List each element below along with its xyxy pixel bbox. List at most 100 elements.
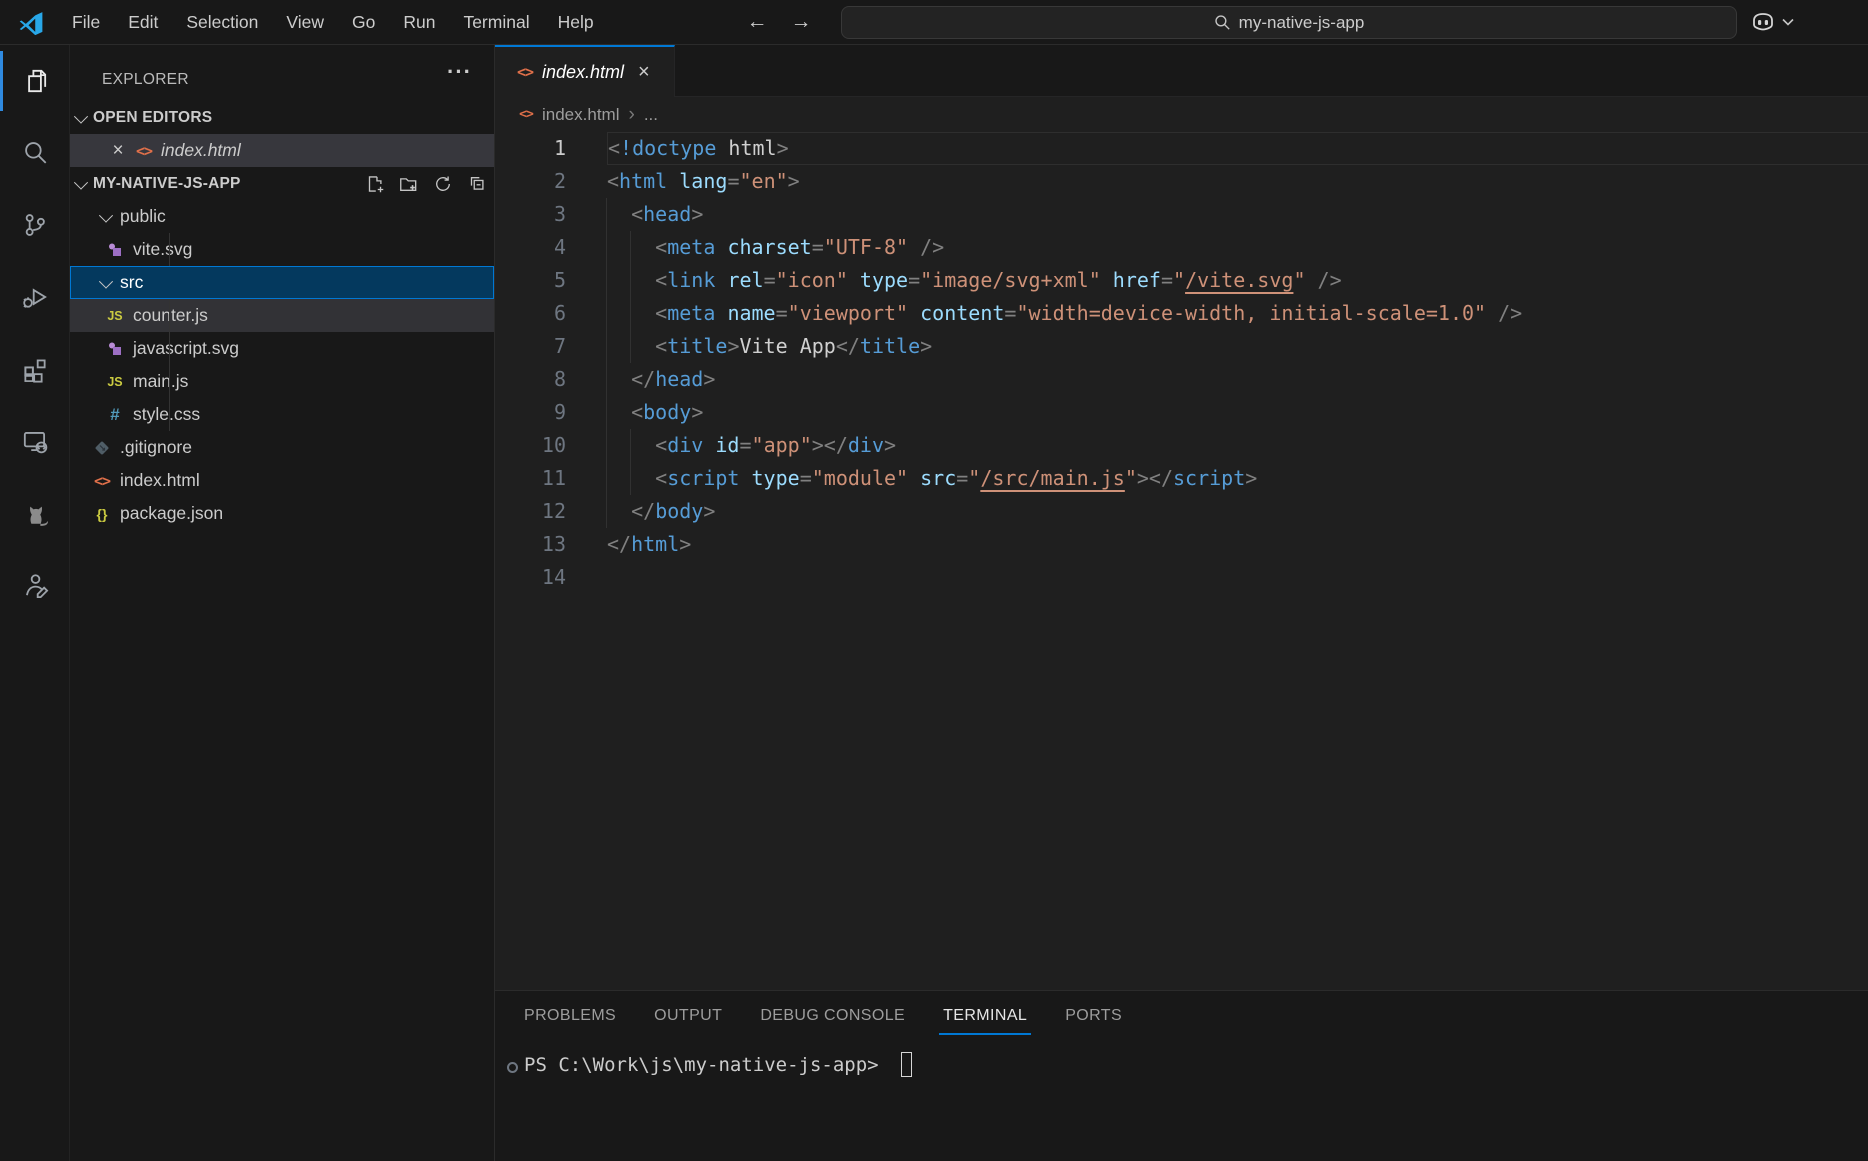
vscode-logo-icon xyxy=(17,9,44,36)
tree-item-label: vite.svg xyxy=(133,239,193,259)
menu-help[interactable]: Help xyxy=(544,0,608,44)
html-file-icon: <> xyxy=(519,107,534,122)
panel-tab-problems[interactable]: PROBLEMS xyxy=(505,991,635,1040)
search-query-text: my-native-js-app xyxy=(1238,12,1365,32)
open-editors-section-header[interactable]: OPEN EDITORS xyxy=(70,101,494,134)
tree-folder-src[interactable]: src xyxy=(70,266,494,299)
tree-item-label: .gitignore xyxy=(120,437,192,457)
tree-folder-public[interactable]: public xyxy=(70,200,494,233)
panel-tab-terminal[interactable]: TERMINAL xyxy=(924,991,1046,1040)
menu-selection[interactable]: Selection xyxy=(172,0,272,44)
html-file-icon: <> xyxy=(93,471,111,490)
menu-file[interactable]: File xyxy=(58,0,114,44)
open-editor-item[interactable]: × <> index.html xyxy=(70,134,494,167)
tree-file-gitignore[interactable]: .gitignore xyxy=(70,431,494,464)
search-icon[interactable] xyxy=(0,117,69,189)
project-section-header[interactable]: MY-NATIVE-JS-APP xyxy=(70,167,494,200)
forward-arrow-icon[interactable]: → xyxy=(788,10,814,34)
tab-bar: <> index.html × xyxy=(495,45,1868,97)
line-number: 3 xyxy=(553,202,566,226)
indent-guide xyxy=(606,297,607,330)
breadcrumb[interactable]: <> index.html › ... xyxy=(495,97,1868,132)
copilot-menu[interactable] xyxy=(1750,0,1794,44)
person-icon[interactable] xyxy=(0,549,69,621)
indent-guide xyxy=(606,396,607,429)
tree-file-style-css[interactable]: # style.css xyxy=(70,398,494,431)
indent-guide xyxy=(630,429,632,462)
menu-edit[interactable]: Edit xyxy=(114,0,172,44)
code-line-8[interactable]: 8 </head> xyxy=(495,363,1868,396)
refresh-icon[interactable] xyxy=(426,171,460,197)
indent-guide xyxy=(169,233,170,266)
close-icon[interactable]: × xyxy=(638,61,650,84)
indent-guide xyxy=(630,264,632,297)
panel-tab-output[interactable]: OUTPUT xyxy=(635,991,741,1040)
menu-run[interactable]: Run xyxy=(389,0,449,44)
code-line-13[interactable]: 13 </html> xyxy=(495,528,1868,561)
vscode-window: File Edit Selection View Go Run Terminal Help ←… xyxy=(0,0,1868,1161)
search-icon xyxy=(1214,14,1231,31)
code-line-content: <body> xyxy=(606,396,1868,429)
remote-explorer-icon[interactable] xyxy=(0,405,69,477)
json-file-icon: {} xyxy=(96,505,108,522)
panel-tab-ports[interactable]: PORTS xyxy=(1046,991,1141,1040)
collapse-all-icon[interactable] xyxy=(460,171,494,197)
extensions-icon[interactable] xyxy=(0,333,69,405)
svg-file-icon xyxy=(106,241,124,259)
run-debug-icon[interactable] xyxy=(0,261,69,333)
html-file-icon: <> xyxy=(135,141,153,160)
line-number: 6 xyxy=(553,301,566,325)
panel-tabs: PROBLEMS OUTPUT DEBUG CONSOLE TERMINAL PORTS xyxy=(495,991,1868,1040)
back-arrow-icon[interactable]: ← xyxy=(744,10,770,34)
code-line-14[interactable]: 14 xyxy=(495,561,1868,594)
explorer-title: EXPLORER xyxy=(102,71,189,88)
cat-icon[interactable] xyxy=(0,477,69,549)
code-line-5[interactable]: 5 <link rel="icon" type="image/svg+xml" … xyxy=(495,264,1868,297)
menu-go[interactable]: Go xyxy=(338,0,389,44)
command-center-search[interactable]: my-native-js-app xyxy=(841,6,1737,39)
source-control-icon[interactable] xyxy=(0,189,69,261)
code-line-12[interactable]: 12 </body> xyxy=(495,495,1868,528)
git-file-icon xyxy=(93,439,111,457)
code-line-2[interactable]: 2 <html lang="en"> xyxy=(495,165,1868,198)
file-tree: public vite.svg src JS counter.js javascript.… xyxy=(70,200,494,530)
tree-item-label: counter.js xyxy=(133,305,208,325)
tree-item-label: index.html xyxy=(120,470,200,490)
line-number: 13 xyxy=(541,532,566,556)
chevron-down-icon xyxy=(1782,18,1794,26)
explorer-icon[interactable] xyxy=(0,45,69,117)
panel-tab-debug-console[interactable]: DEBUG CONSOLE xyxy=(741,991,924,1040)
breadcrumb-file[interactable]: index.html xyxy=(542,105,619,125)
code-line-4[interactable]: 4 <meta charset="UTF-8" /> xyxy=(495,231,1868,264)
code-line-11[interactable]: 11 <script type="module" src="/src/main.… xyxy=(495,462,1868,495)
breadcrumb-more[interactable]: ... xyxy=(644,105,658,125)
terminal[interactable]: PS C:\Work\js\my-native-js-app> xyxy=(495,1040,1868,1077)
code-line-content: <link rel="icon" type="image/svg+xml" hr… xyxy=(606,264,1868,297)
tree-file-counter-js[interactable]: JS counter.js xyxy=(70,299,494,332)
indent-guide xyxy=(606,495,607,528)
tree-file-javascript-svg[interactable]: javascript.svg xyxy=(70,332,494,365)
tree-file-index-html[interactable]: <> index.html xyxy=(70,464,494,497)
tab-index-html[interactable]: <> index.html × xyxy=(495,45,675,97)
new-folder-icon[interactable] xyxy=(392,171,426,197)
menu-view[interactable]: View xyxy=(272,0,338,44)
code-line-1[interactable]: 1 <!doctype html> xyxy=(495,132,1868,165)
close-icon[interactable]: × xyxy=(108,140,128,162)
code-line-content: </html> xyxy=(607,532,692,556)
tree-file-main-js[interactable]: JS main.js xyxy=(70,365,494,398)
menu-terminal[interactable]: Terminal xyxy=(449,0,543,44)
history-nav: ← → xyxy=(744,0,814,44)
open-editor-label: index.html xyxy=(161,140,241,160)
code-line-6[interactable]: 6 <meta name="viewport" content="width=d… xyxy=(495,297,1868,330)
more-actions-icon[interactable]: ··· xyxy=(447,59,472,85)
tree-file-vite-svg[interactable]: vite.svg xyxy=(70,233,494,266)
code-line-3[interactable]: 3 <head> xyxy=(495,198,1868,231)
code-line-10[interactable]: 10 <div id="app"></div> xyxy=(495,429,1868,462)
workbench: EXPLORER ··· OPEN EDITORS × <> index.htm… xyxy=(0,45,1868,1161)
new-file-icon[interactable] xyxy=(358,171,392,197)
tree-file-package-json[interactable]: {} package.json xyxy=(70,497,494,530)
code-editor[interactable]: 1 <!doctype html> 2 <html lang="en"> 3 <head… xyxy=(495,132,1868,990)
code-line-7[interactable]: 7 <title>Vite App</title> xyxy=(495,330,1868,363)
chevron-down-icon xyxy=(73,175,89,190)
code-line-9[interactable]: 9 <body> xyxy=(495,396,1868,429)
